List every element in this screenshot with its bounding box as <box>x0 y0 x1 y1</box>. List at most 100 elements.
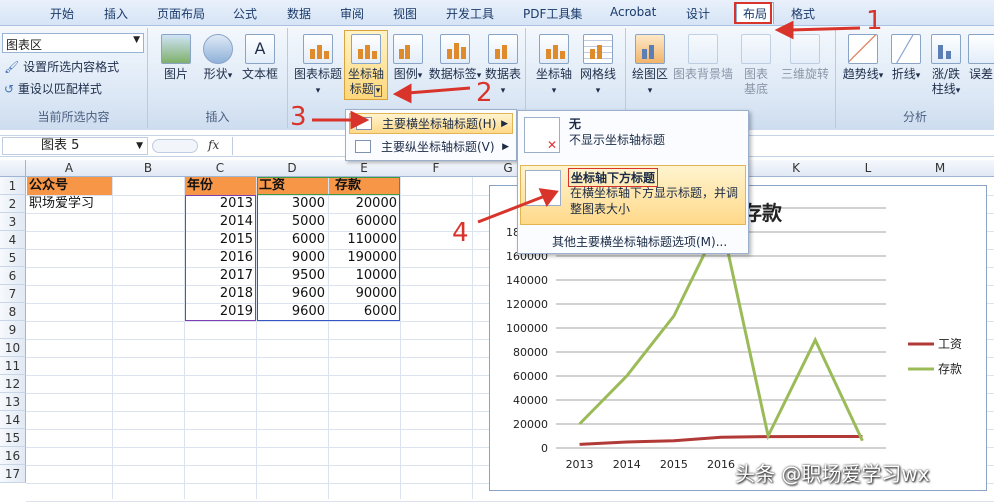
option-none[interactable]: ✕ 无 不显示坐标轴标题 <box>520 113 746 157</box>
column-header[interactable]: K <box>760 161 832 175</box>
row-header[interactable]: 9 <box>0 321 26 339</box>
cell-a2[interactable]: 职场爱学习 <box>27 195 112 213</box>
row-header[interactable]: 7 <box>0 285 26 303</box>
row-header[interactable]: 16 <box>0 447 26 465</box>
column-header[interactable]: E <box>328 161 400 175</box>
column-header[interactable]: C <box>184 161 256 175</box>
tab-review[interactable]: 审阅 <box>340 5 364 22</box>
tab-format[interactable]: 格式 <box>791 5 815 22</box>
group-title: 分析 <box>836 108 994 125</box>
format-selection-button[interactable]: 🖌 设置所选内容格式 <box>4 58 119 75</box>
column-header[interactable]: L <box>832 161 904 175</box>
lines-button[interactable]: 折线▾ <box>888 34 924 84</box>
chart-title-button[interactable]: 图表标题▾ <box>292 34 344 99</box>
tab-data[interactable]: 数据 <box>287 5 311 22</box>
trendline-button[interactable]: 趋势线▾ <box>842 34 884 84</box>
formula-bar-splitter[interactable] <box>152 139 198 153</box>
row-header[interactable]: 14 <box>0 411 26 429</box>
title-below-axis-icon <box>525 170 561 206</box>
menu-primary-horizontal-axis-title[interactable]: 主要横坐标轴标题(H) ▶ <box>349 113 513 134</box>
axis-titles-button[interactable]: 坐标轴 标题▾ <box>344 30 388 100</box>
y-tick-label: 40000 <box>513 394 548 407</box>
insert-function-icon[interactable]: fx <box>208 138 219 152</box>
chevron-down-icon: ▼ <box>136 138 143 154</box>
cell-a1[interactable]: 公众号 <box>27 177 112 195</box>
textbox-button[interactable]: A 文本框 <box>240 34 280 82</box>
name-box[interactable]: 图表 5 ▼ <box>2 137 148 155</box>
tab-pdf-tools[interactable]: PDF工具集 <box>523 5 582 22</box>
row-header[interactable]: 11 <box>0 357 26 375</box>
3d-rotation-button[interactable]: 三维旋转 <box>778 34 832 82</box>
data-labels-button[interactable]: 数据标签▾ <box>428 34 482 84</box>
legend-button[interactable]: 图例▾ <box>392 34 424 84</box>
column-header[interactable]: B <box>112 161 184 175</box>
plot-area-button[interactable]: 绘图区▾ <box>630 34 670 99</box>
chart-floor-button[interactable]: 图表 基底 <box>736 34 776 97</box>
row-header[interactable]: 4 <box>0 231 26 249</box>
y-tick-label: 80000 <box>513 346 548 359</box>
updown-bars-label-line2: 柱线 <box>932 82 956 96</box>
tab-design[interactable]: 设计 <box>686 5 710 22</box>
tab-insert[interactable]: 插入 <box>104 5 128 22</box>
updown-bars-icon <box>931 34 961 64</box>
tab-developer[interactable]: 开发工具 <box>446 5 494 22</box>
row-header[interactable]: 6 <box>0 267 26 285</box>
horizontal-axis-title-icon <box>356 117 372 130</box>
grid-line <box>400 177 401 499</box>
axis-titles-menu: 主要横坐标轴标题(H) ▶ 主要纵坐标轴标题(V) ▶ <box>345 109 517 161</box>
gridlines-label: 网格线 <box>580 67 616 81</box>
tab-formulas[interactable]: 公式 <box>233 5 257 22</box>
row-header[interactable]: 1 <box>0 177 26 195</box>
y-tick-label: 100000 <box>506 322 548 335</box>
chart-wall-button[interactable]: 图表背景墙 <box>672 34 734 82</box>
values-range-highlight <box>257 177 400 321</box>
tab-page-layout[interactable]: 页面布局 <box>157 5 205 22</box>
row-header[interactable]: 13 <box>0 393 26 411</box>
column-header[interactable]: D <box>256 161 328 175</box>
picture-button[interactable]: 图片 <box>158 34 194 82</box>
row-header[interactable]: 12 <box>0 375 26 393</box>
tab-home[interactable]: 开始 <box>50 5 74 22</box>
more-axis-title-options[interactable]: 其他主要横坐标轴标题选项(M)... <box>552 233 727 250</box>
row-header[interactable]: 17 <box>0 465 26 483</box>
chevron-down-icon: ▾ <box>916 71 921 81</box>
tab-acrobat[interactable]: Acrobat <box>610 5 656 19</box>
shapes-button[interactable]: 形状▾ <box>198 34 238 84</box>
row-header[interactable]: 2 <box>0 195 26 213</box>
chevron-down-icon: ▾ <box>228 71 233 81</box>
watermark: 头条 @职场爱学习wx <box>735 458 930 487</box>
row-header[interactable]: 3 <box>0 213 26 231</box>
cell-header-year[interactable]: 年份 <box>185 177 256 195</box>
updown-bars-button[interactable]: 涨/跌 柱线▾ <box>926 34 966 99</box>
menu-primary-vertical-axis-title[interactable]: 主要纵坐标轴标题(V) ▶ <box>349 137 513 158</box>
option-title-below-axis[interactable]: 坐标轴下方标题 在横坐标轴下方显示标题，并调整图表大小 <box>520 165 746 225</box>
row-header[interactable]: 5 <box>0 249 26 267</box>
axes-label: 坐标轴 <box>536 67 572 81</box>
gridlines-button[interactable]: 网格线▾ <box>578 34 618 99</box>
chart-wall-icon <box>688 34 718 64</box>
chart-floor-label-line2: 基底 <box>736 82 776 97</box>
row-header[interactable]: 8 <box>0 303 26 321</box>
chart-element-dropdown[interactable]: 图表区 ▼ <box>2 33 144 53</box>
3d-rotation-icon <box>790 34 820 64</box>
select-all-corner[interactable] <box>0 160 26 177</box>
tab-view[interactable]: 视图 <box>393 5 417 22</box>
option-title: 无 <box>569 115 581 132</box>
reset-icon: ↺ <box>4 82 14 96</box>
row-header[interactable]: 15 <box>0 429 26 447</box>
x-tick-label: 2016 <box>707 458 735 471</box>
annotation-number: 2 <box>476 78 493 108</box>
updown-bars-label-line1: 涨/跌 <box>926 67 966 82</box>
column-header[interactable]: A <box>26 161 112 175</box>
trendline-icon <box>848 34 878 64</box>
error-bars-button[interactable]: 误差 <box>968 34 994 82</box>
reset-style-button[interactable]: ↺ 重设以匹配样式 <box>4 80 102 97</box>
column-header[interactable]: M <box>904 161 976 175</box>
layout-tab-highlight-box <box>734 2 772 24</box>
axes-button[interactable]: 坐标轴▾ <box>534 34 574 99</box>
chevron-down-icon: ▼ <box>133 35 140 45</box>
horizontal-axis-title-submenu: ✕ 无 不显示坐标轴标题 坐标轴下方标题 在横坐标轴下方显示标题，并调整图表大小… <box>517 110 749 254</box>
menu-item-label: 主要横坐标轴标题(H) <box>382 117 496 131</box>
column-header[interactable]: F <box>400 161 472 175</box>
row-header[interactable]: 10 <box>0 339 26 357</box>
